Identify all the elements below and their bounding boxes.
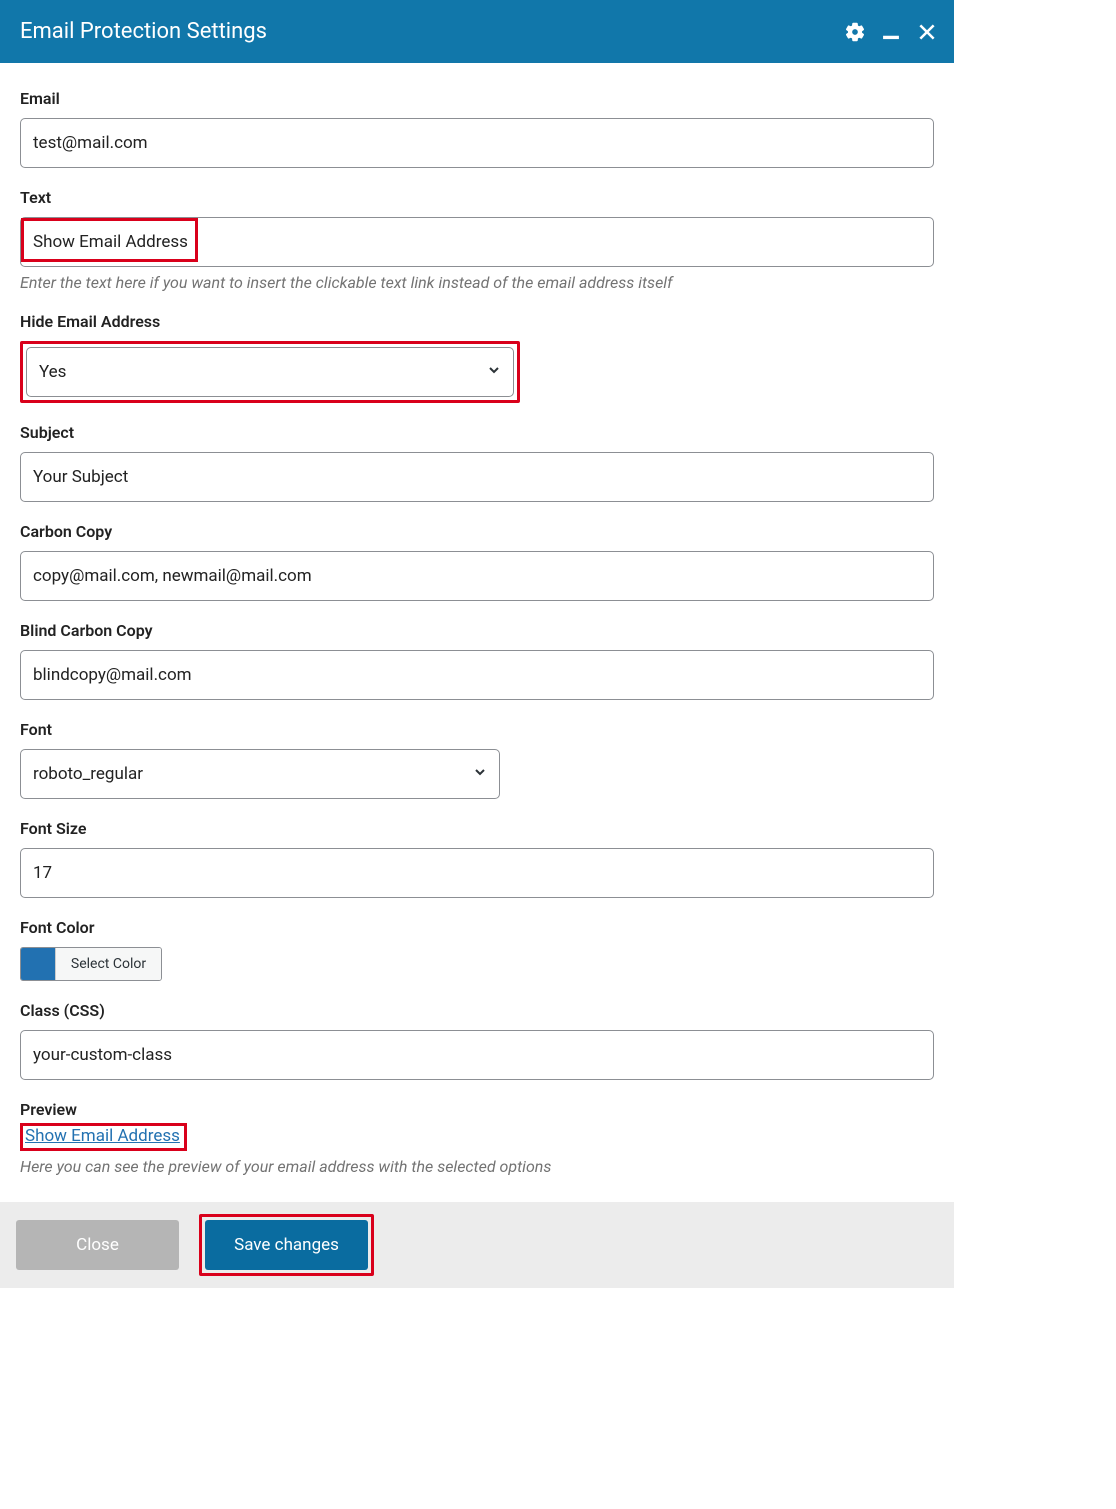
field-hide: Hide Email Address Yes [20, 312, 934, 403]
gear-icon[interactable] [844, 21, 866, 43]
hide-select[interactable]: Yes [26, 347, 514, 397]
color-swatch[interactable] [21, 948, 55, 980]
field-subject: Subject [20, 423, 934, 502]
label-css-class: Class (CSS) [20, 1001, 934, 1020]
text-highlight-wrap: Show Email Address [20, 217, 934, 267]
select-color-button[interactable]: Select Color [55, 948, 161, 980]
hide-select-wrap: Yes [26, 347, 514, 397]
hint-preview: Here you can see the preview of your ema… [20, 1157, 934, 1176]
field-font-color: Font Color Select Color [20, 918, 934, 981]
field-font: Font roboto_regular [20, 720, 934, 799]
preview-link[interactable]: Show Email Address [25, 1126, 180, 1146]
label-email: Email [20, 89, 934, 108]
title-bar: Email Protection Settings [0, 0, 954, 63]
title-icons [844, 21, 938, 43]
bcc-input[interactable] [20, 650, 934, 700]
field-preview: Preview Show Email Address Here you can … [20, 1100, 934, 1176]
font-size-input[interactable] [20, 848, 934, 898]
font-select[interactable]: roboto_regular [20, 749, 500, 799]
label-font: Font [20, 720, 934, 739]
hide-highlight: Yes [20, 341, 520, 403]
email-input[interactable] [20, 118, 934, 168]
label-font-color: Font Color [20, 918, 934, 937]
label-text: Text [20, 188, 934, 207]
label-font-size: Font Size [20, 819, 934, 838]
css-class-input[interactable] [20, 1030, 934, 1080]
label-preview: Preview [20, 1100, 934, 1119]
label-bcc: Blind Carbon Copy [20, 621, 934, 640]
field-email: Email [20, 89, 934, 168]
dialog-title: Email Protection Settings [20, 19, 267, 44]
text-input[interactable] [20, 217, 934, 267]
label-subject: Subject [20, 423, 934, 442]
close-icon[interactable] [916, 21, 938, 43]
cc-input[interactable] [20, 551, 934, 601]
field-cc: Carbon Copy [20, 522, 934, 601]
field-text: Text Show Email Address Enter the text h… [20, 188, 934, 292]
form-body: Email Text Show Email Address Enter the … [0, 63, 954, 1190]
save-highlight: Save changes [199, 1214, 374, 1276]
hint-text: Enter the text here if you want to inser… [20, 273, 934, 292]
label-cc: Carbon Copy [20, 522, 934, 541]
save-button[interactable]: Save changes [205, 1220, 368, 1270]
field-bcc: Blind Carbon Copy [20, 621, 934, 700]
field-font-size: Font Size [20, 819, 934, 898]
label-hide: Hide Email Address [20, 312, 934, 331]
minimize-icon[interactable] [880, 21, 902, 43]
preview-highlight: Show Email Address [20, 1123, 187, 1151]
subject-input[interactable] [20, 452, 934, 502]
close-button[interactable]: Close [16, 1220, 179, 1270]
field-css-class: Class (CSS) [20, 1001, 934, 1080]
dialog-footer: Close Save changes [0, 1202, 954, 1288]
color-picker: Select Color [20, 947, 162, 981]
font-select-wrap: roboto_regular [20, 749, 500, 799]
